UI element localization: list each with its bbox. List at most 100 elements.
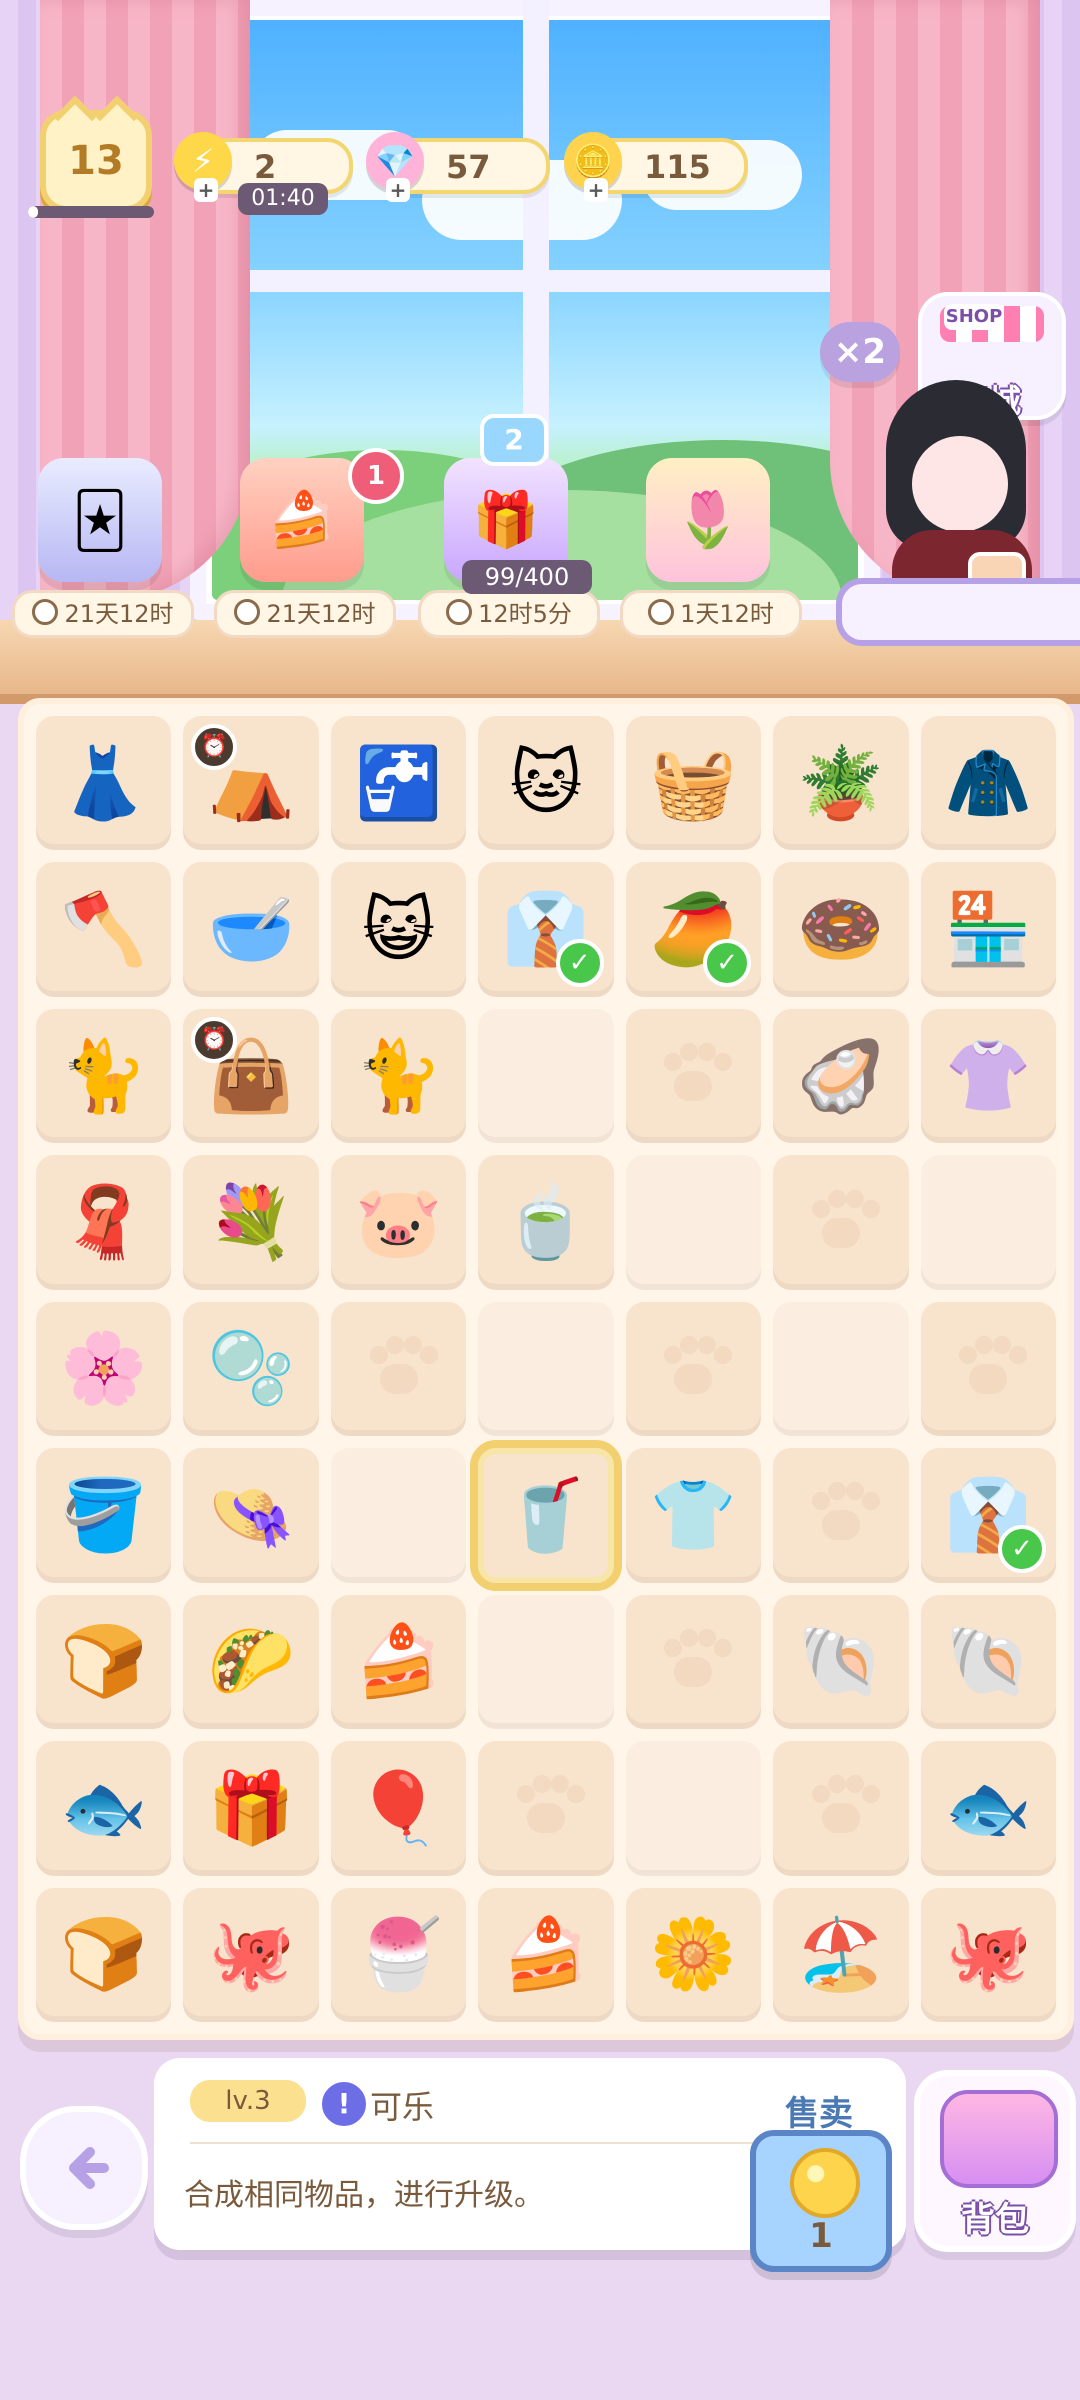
- board-cell[interactable]: 🚰: [330, 716, 467, 851]
- board-cell[interactable]: 👗: [36, 716, 172, 851]
- board-cell[interactable]: 🍩: [773, 862, 909, 997]
- alarm-clock-icon: [234, 599, 261, 625]
- checkmark-icon: ✓: [998, 1524, 1046, 1573]
- board-cell[interactable]: 🍞: [36, 1594, 172, 1730]
- board-cell[interactable]: 🥭 ✓: [625, 862, 762, 997]
- board-cell[interactable]: [773, 1448, 909, 1583]
- sweater-icon: 👕: [649, 1473, 737, 1556]
- board-cell[interactable]: 🍞: [36, 1887, 172, 2022]
- board-cell[interactable]: [773, 1741, 909, 1876]
- board-cell[interactable]: 🐙: [183, 1887, 319, 2022]
- board-cell[interactable]: 🐱: [478, 716, 614, 851]
- info-icon[interactable]: !: [318, 2078, 370, 2130]
- board-cell[interactable]: [478, 1301, 614, 1437]
- cake-slice-icon: 🍰: [502, 1913, 590, 1996]
- conch-icon: 🐚: [944, 1620, 1032, 1703]
- board-cell[interactable]: 🥣: [183, 862, 319, 997]
- board-cell[interactable]: 👒: [183, 1448, 319, 1583]
- board-cell[interactable]: [625, 1741, 762, 1876]
- balloon-icon: 🎈: [354, 1766, 443, 1849]
- sell-button[interactable]: 1: [750, 2130, 892, 2272]
- gems-pill[interactable]: 💎 + 57: [366, 132, 550, 202]
- board-cell[interactable]: 👚: [920, 1008, 1056, 1144]
- gift-box-icon: 🎁: [207, 1766, 295, 1849]
- board-cell[interactable]: 👔 ✓: [478, 862, 614, 997]
- board-cell[interactable]: 🍰: [330, 1594, 467, 1730]
- character-dialog-bar[interactable]: [836, 578, 1080, 646]
- berry-parfait-icon: 🍧: [354, 1913, 443, 1996]
- board-cell[interactable]: [625, 1008, 762, 1144]
- cat-bread-icon: 🍞: [60, 1620, 148, 1703]
- merge-board: 👗 ⛺ ⏰ 🚰 🐱 🧺 🪴 🧥 🪓 🥣 😺 👔 ✓ 🥭 ✓ 🍩 🏪 🐈 👜 ⏰ 🐈 🦪 👚 🧣 💐 🐷 🍵 🌸 🫧: [18, 698, 1074, 2040]
- plus-icon: +: [386, 178, 410, 202]
- board-cell[interactable]: 🧣: [36, 1155, 172, 1290]
- player-level-number: 13: [68, 138, 124, 184]
- wardrobe-icon: 🧥: [944, 741, 1032, 824]
- board-cell[interactable]: 🧺: [625, 716, 762, 851]
- board-cell[interactable]: [773, 1301, 909, 1437]
- board-cell[interactable]: [330, 1301, 467, 1437]
- board-cell[interactable]: 🐟: [36, 1741, 172, 1876]
- event-timer-text: 21天12时: [64, 600, 174, 628]
- board-cell[interactable]: 🍧: [330, 1887, 467, 2022]
- paw-print-icon: [806, 1480, 880, 1550]
- event-cake-roll[interactable]: 🍰 1 21天12时: [214, 448, 404, 638]
- board-cell[interactable]: 👜 ⏰: [183, 1008, 319, 1144]
- board-cell[interactable]: 🏪: [920, 862, 1056, 997]
- item-level-chip: lv.3: [190, 2080, 306, 2122]
- board-cell[interactable]: 🪣: [36, 1448, 172, 1583]
- board-cell[interactable]: 🐷: [330, 1155, 467, 1290]
- back-button[interactable]: [20, 2106, 148, 2230]
- board-cell[interactable]: [625, 1594, 762, 1730]
- board-cell[interactable]: [330, 1448, 467, 1583]
- board-cell[interactable]: 🧥: [920, 716, 1056, 851]
- board-cell[interactable]: 🐈: [330, 1008, 467, 1144]
- board-cell[interactable]: 🐚: [773, 1594, 909, 1730]
- player-level-badge[interactable]: 13: [40, 110, 152, 212]
- divider: [190, 2142, 840, 2144]
- board-cell[interactable]: 🍵: [478, 1155, 614, 1290]
- multiplier-badge: ×2: [820, 322, 900, 382]
- event-flower-basket[interactable]: 🌷 1天12时: [620, 458, 802, 638]
- board-cell[interactable]: 🎈: [330, 1741, 467, 1876]
- board-cell[interactable]: 🌼: [625, 1887, 762, 2022]
- board-cell[interactable]: 🏖️: [773, 1887, 909, 2022]
- board-cell[interactable]: [920, 1301, 1056, 1437]
- board-cell[interactable]: [625, 1155, 762, 1290]
- board-cell[interactable]: 🪴: [773, 716, 909, 851]
- board-cell[interactable]: 😺: [330, 862, 467, 997]
- coins-pill[interactable]: 🪙 + 115: [564, 132, 748, 202]
- board-cell[interactable]: 🐙: [920, 1887, 1056, 2022]
- board-cell[interactable]: 🌮: [183, 1594, 319, 1730]
- board-cell[interactable]: [478, 1594, 614, 1730]
- coins-value: 115: [644, 148, 711, 186]
- coin-icon: [790, 2148, 860, 2218]
- board-cell[interactable]: 💐: [183, 1155, 319, 1290]
- hat-icon: 👒: [207, 1473, 295, 1556]
- board-cell[interactable]: [478, 1741, 614, 1876]
- white-cat-icon: 🐈: [354, 1034, 443, 1117]
- board-cell[interactable]: 👕: [625, 1448, 762, 1583]
- board-cell[interactable]: 🦪: [773, 1008, 909, 1144]
- board-cell[interactable]: 🐈: [36, 1008, 172, 1144]
- board-cell[interactable]: ⛺ ⏰: [183, 716, 319, 851]
- event-timer-text: 21天12时: [266, 600, 376, 628]
- board-cell[interactable]: 🍰: [478, 1887, 614, 2022]
- event-cards[interactable]: 🃏 21天12时: [12, 458, 194, 638]
- board-cell[interactable]: 🌸: [36, 1301, 172, 1437]
- backpack-button[interactable]: 背包: [914, 2070, 1076, 2252]
- paw-print-icon: [806, 1188, 880, 1258]
- board-cell[interactable]: [625, 1301, 762, 1437]
- board-cell[interactable]: 🥤: [470, 1440, 622, 1591]
- board-cell[interactable]: 🐚: [920, 1594, 1056, 1730]
- board-cell[interactable]: 🐟: [920, 1741, 1056, 1876]
- board-cell[interactable]: [773, 1155, 909, 1290]
- board-cell[interactable]: [920, 1155, 1056, 1290]
- seashell-icon: 🐚: [797, 1620, 885, 1703]
- board-cell[interactable]: 🫧: [183, 1301, 319, 1437]
- window-frame: [190, 270, 880, 292]
- board-cell[interactable]: 🎁: [183, 1741, 319, 1876]
- board-cell[interactable]: 🪓: [36, 862, 172, 997]
- board-cell[interactable]: 👔 ✓: [920, 1448, 1056, 1583]
- board-cell[interactable]: [478, 1008, 614, 1144]
